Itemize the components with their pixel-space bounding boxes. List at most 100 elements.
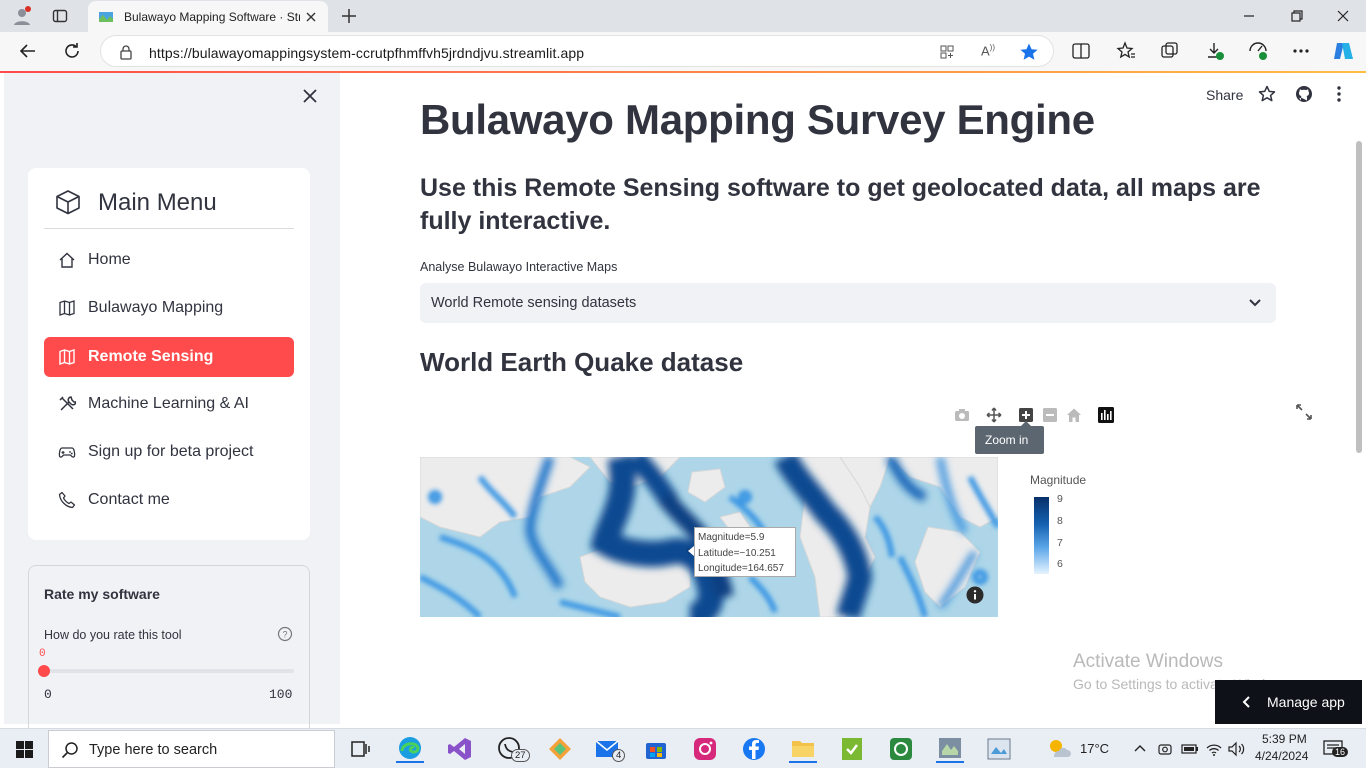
reset-home-icon[interactable]: [1066, 407, 1082, 423]
main-menu-kebab-icon[interactable]: [1335, 85, 1343, 103]
close-sidebar-icon[interactable]: [302, 88, 318, 104]
instagram-icon[interactable]: [691, 735, 719, 763]
hover-longitude: Longitude=164.657: [698, 563, 784, 574]
tooltip-arrow: [1021, 421, 1031, 426]
controller-icon: [58, 443, 76, 461]
profile-icon[interactable]: [12, 6, 32, 26]
edge-browser-icon[interactable]: [396, 735, 424, 763]
sidebar-item-label: Home: [88, 251, 131, 268]
app-available-icon[interactable]: [939, 44, 955, 60]
sourcetree-app-icon[interactable]: [546, 735, 574, 763]
whatsapp-icon[interactable]: 27: [496, 735, 530, 763]
sidebar-item-beta-signup[interactable]: Sign up for beta project: [44, 432, 294, 472]
tab-actions-icon[interactable]: [52, 8, 68, 24]
star-icon[interactable]: [1258, 85, 1276, 103]
scrollbar-thumb[interactable]: [1356, 141, 1362, 453]
url-text: https://bulawayomappingsystem-ccrutpfhmf…: [149, 45, 585, 61]
image-viewer-icon[interactable]: [985, 735, 1013, 763]
split-screen-icon[interactable]: [1069, 39, 1093, 63]
favorites-icon[interactable]: [1114, 39, 1138, 63]
zoom-out-icon[interactable]: [1042, 407, 1058, 423]
search-icon: [61, 741, 79, 759]
close-window-icon[interactable]: [1336, 9, 1350, 23]
file-explorer-icon[interactable]: [789, 735, 817, 763]
wifi-icon[interactable]: [1206, 741, 1222, 757]
page-subtitle: Use this Remote Sensing software to get …: [420, 174, 1261, 235]
app-green-circle-icon[interactable]: [887, 735, 915, 763]
dataset-select[interactable]: World Remote sensing datasets: [420, 283, 1276, 323]
colorbar: [1034, 497, 1049, 574]
fullscreen-icon[interactable]: [1296, 404, 1312, 420]
restore-icon[interactable]: [1290, 9, 1304, 23]
github-icon[interactable]: [1295, 85, 1313, 103]
app-checklist-icon[interactable]: [838, 735, 866, 763]
volume-icon[interactable]: [1228, 741, 1246, 757]
clock-date[interactable]: 4/24/2024: [1255, 749, 1308, 763]
show-hidden-icons-icon[interactable]: [1134, 743, 1146, 753]
svg-text:?: ?: [282, 630, 287, 640]
browser-tab[interactable]: Bulawayo Mapping Software · Str: [88, 1, 328, 32]
battery-icon[interactable]: [1181, 741, 1199, 757]
rating-slider-track[interactable]: [44, 669, 294, 673]
sidebar-item-remote-sensing[interactable]: Remote Sensing: [44, 337, 294, 377]
minimize-icon[interactable]: [1242, 9, 1256, 23]
share-button[interactable]: Share: [1206, 87, 1243, 103]
search-placeholder: Type here to search: [89, 742, 218, 758]
page-title: Bulawayo Mapping Survey Engine: [420, 96, 1095, 143]
notifications-badge: 16: [1332, 747, 1349, 757]
map-app-icon[interactable]: [936, 735, 964, 763]
windows-taskbar: Type here to search 27 4 17°C 5:39 PM 4/…: [0, 728, 1366, 768]
new-tab-icon[interactable]: [340, 7, 358, 25]
page-scrollbar[interactable]: [1354, 73, 1366, 724]
microsoft-store-icon[interactable]: [642, 735, 670, 763]
camera-icon[interactable]: [954, 407, 970, 423]
downloads-icon[interactable]: [1203, 39, 1227, 63]
more-options-icon[interactable]: [1289, 39, 1313, 63]
task-view-icon[interactable]: [346, 735, 374, 763]
weather-temperature[interactable]: 17°C: [1080, 741, 1109, 756]
pan-icon[interactable]: [986, 407, 1002, 423]
back-icon[interactable]: [16, 39, 40, 63]
clock-time[interactable]: 5:39 PM: [1262, 732, 1307, 746]
sidebar-item-label: Contact me: [88, 491, 170, 508]
sidebar-item-label: Sign up for beta project: [88, 443, 254, 460]
colorbar-tick: 9: [1057, 493, 1063, 505]
sidebar-item-bulawayo-mapping[interactable]: Bulawayo Mapping: [44, 288, 294, 328]
lock-icon[interactable]: [119, 44, 133, 60]
house-icon: [58, 251, 76, 269]
visual-studio-icon[interactable]: [446, 735, 474, 763]
performance-icon[interactable]: [1246, 39, 1270, 63]
sidebar-item-home[interactable]: Home: [44, 240, 294, 280]
taskbar-search-box[interactable]: Type here to search: [48, 730, 335, 768]
slider-min-label: 0: [44, 687, 52, 702]
notifications-icon[interactable]: 16: [1323, 739, 1349, 761]
help-icon[interactable]: ?: [277, 626, 293, 642]
sidebar-item-label: Remote Sensing: [88, 348, 214, 365]
sidebar-item-contact[interactable]: Contact me: [44, 480, 294, 520]
manage-app-label: Manage app: [1267, 694, 1345, 710]
collections-icon[interactable]: [1158, 39, 1182, 63]
address-bar[interactable]: https://bulawayomappingsystem-ccrutpfhmf…: [100, 35, 1054, 67]
hover-magnitude: Magnitude=5.9: [698, 532, 765, 543]
sidebar-item-machine-learning[interactable]: Machine Learning & AI: [44, 384, 294, 424]
zoom-in-tooltip: Zoom in: [975, 421, 1044, 454]
colorbar-tick: 8: [1057, 515, 1063, 527]
section-title: World Earth Quake datase: [420, 347, 744, 377]
rating-slider-thumb[interactable]: [38, 665, 50, 677]
plotly-logo-icon[interactable]: [1098, 407, 1114, 423]
read-aloud-icon[interactable]: A)): [981, 43, 999, 61]
whatsapp-badge: 27: [511, 749, 530, 762]
manage-app-button[interactable]: Manage app: [1215, 680, 1362, 724]
facebook-icon[interactable]: [740, 735, 768, 763]
refresh-icon[interactable]: [60, 39, 84, 63]
map-info-icon[interactable]: [966, 586, 984, 604]
weather-icon[interactable]: [1046, 737, 1072, 761]
favorite-star-icon[interactable]: [1019, 42, 1039, 62]
tab-close-icon[interactable]: [304, 10, 318, 24]
mail-icon[interactable]: 4: [594, 735, 626, 763]
sidebar-item-label: Machine Learning & AI: [88, 395, 249, 412]
copilot-icon[interactable]: [1331, 39, 1355, 63]
earthquake-density-map[interactable]: Magnitude=5.9 Latitude=−10.251 Longitude…: [420, 457, 998, 617]
camera-privacy-icon[interactable]: [1157, 741, 1173, 757]
windows-start-icon[interactable]: [16, 741, 33, 758]
